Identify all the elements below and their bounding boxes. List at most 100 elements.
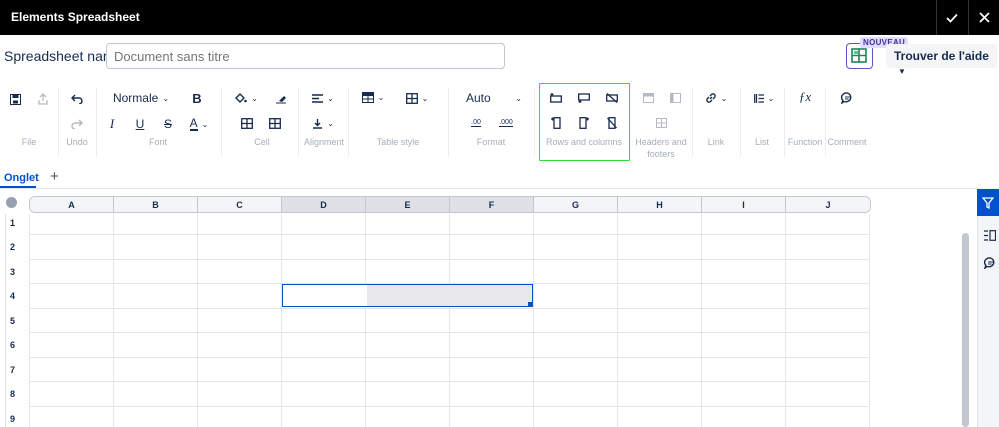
- insert-column-left-button[interactable]: [548, 112, 564, 134]
- chevron-down-icon: ⌄: [251, 93, 258, 103]
- align-left-icon: [312, 93, 324, 103]
- italic-icon: I: [109, 116, 115, 131]
- spreadsheet-name-input[interactable]: [106, 43, 505, 69]
- separator: [784, 88, 785, 156]
- separator: [221, 88, 222, 156]
- grid-line: [533, 214, 534, 427]
- chevron-down-icon: ⌄: [377, 92, 385, 102]
- delete-row-button[interactable]: [604, 87, 620, 109]
- help-label: Trouver de l'aide: [894, 49, 989, 63]
- decrease-decimal-icon: .00: [471, 119, 481, 127]
- row-header-3[interactable]: 3: [6, 267, 19, 277]
- row-header-5[interactable]: 5: [6, 316, 19, 326]
- group-label-alignment: Alignment: [303, 137, 345, 147]
- column-header-d[interactable]: D: [282, 197, 366, 212]
- filter-panel-button[interactable]: [977, 189, 999, 216]
- row-header-8[interactable]: 8: [6, 389, 19, 399]
- fill-color-dropdown[interactable]: ⌄: [230, 87, 262, 109]
- column-header-h[interactable]: H: [618, 197, 702, 212]
- clear-format-button[interactable]: [273, 87, 289, 109]
- separator: [448, 88, 449, 156]
- columns-panel-icon: [984, 229, 996, 241]
- separator: [58, 88, 59, 156]
- confirm-button[interactable]: [936, 0, 967, 35]
- decrease-decimals-button[interactable]: .00: [468, 112, 484, 134]
- add-sheet-button[interactable]: +: [50, 168, 59, 185]
- column-header-a[interactable]: A: [30, 197, 114, 212]
- align-bottom-icon: [313, 118, 323, 129]
- undo-button[interactable]: [69, 88, 85, 110]
- chevron-down-icon: ⌄: [767, 93, 775, 103]
- row-header-2[interactable]: 2: [6, 242, 19, 252]
- select-all-icon[interactable]: [6, 197, 17, 208]
- link-dropdown[interactable]: ⌄: [701, 87, 731, 109]
- column-header-e[interactable]: E: [366, 197, 450, 212]
- column-header-f[interactable]: F: [450, 197, 534, 212]
- selected-range[interactable]: [282, 284, 533, 307]
- underline-button[interactable]: U: [132, 113, 148, 135]
- row-header-9[interactable]: 9: [6, 414, 19, 424]
- chevron-down-icon: ⌄: [327, 93, 334, 103]
- bold-icon: B: [192, 90, 202, 106]
- insert-row-above-icon: [550, 93, 562, 103]
- increase-decimal-icon: .000: [499, 119, 513, 127]
- italic-button[interactable]: I: [104, 113, 120, 135]
- grid-line: [29, 381, 870, 382]
- add-comment-button[interactable]: [839, 87, 855, 109]
- tab-onglet[interactable]: Onglet: [4, 172, 39, 184]
- footer-button[interactable]: [653, 112, 669, 134]
- column-header-b[interactable]: B: [114, 197, 198, 212]
- table-style-dropdown[interactable]: ⌄: [358, 86, 388, 108]
- strikethrough-button[interactable]: S: [160, 113, 176, 135]
- grid-line: [29, 308, 870, 309]
- column-header-g[interactable]: G: [534, 197, 618, 212]
- help-dropdown[interactable]: Trouver de l'aide ▼: [886, 44, 997, 76]
- list-dropdown[interactable]: ⌄: [749, 87, 779, 109]
- number-format-value: Auto: [466, 91, 491, 105]
- group-label-format: Format: [476, 137, 506, 147]
- save-button[interactable]: [7, 88, 23, 110]
- column-header-c[interactable]: C: [198, 197, 282, 212]
- close-button[interactable]: [968, 0, 999, 35]
- number-format-dropdown[interactable]: Auto ⌄: [466, 87, 522, 109]
- insert-function-button[interactable]: ƒx: [797, 86, 813, 108]
- insert-row-below-button[interactable]: [576, 87, 592, 109]
- redo-button[interactable]: [69, 113, 85, 135]
- insert-row-above-button[interactable]: [548, 87, 564, 109]
- vertical-align-dropdown[interactable]: ⌄: [308, 112, 338, 134]
- separator: [692, 88, 693, 156]
- row-header-4[interactable]: 4: [6, 291, 19, 301]
- row-header-7[interactable]: 7: [6, 365, 19, 375]
- insert-row-below-icon: [578, 93, 590, 103]
- side-header-icon: [669, 93, 681, 103]
- strikethrough-icon: S: [163, 117, 172, 131]
- row-header-1[interactable]: 1: [6, 218, 19, 228]
- font-style-dropdown[interactable]: Normale ⌄: [110, 87, 172, 109]
- column-header-i[interactable]: I: [702, 197, 786, 212]
- merge-cells-button[interactable]: [239, 112, 255, 134]
- paint-bucket-icon: [235, 93, 247, 103]
- row-header-6[interactable]: 6: [6, 340, 19, 350]
- vertical-scrollbar[interactable]: [962, 233, 969, 427]
- text-color-dropdown[interactable]: A ⌄: [185, 113, 213, 135]
- header-button[interactable]: [640, 87, 656, 109]
- group-label-file: File: [21, 137, 37, 147]
- grid-line: [785, 214, 786, 427]
- share-button[interactable]: [35, 88, 51, 110]
- grid-line: [29, 259, 870, 260]
- comments-panel-button[interactable]: [982, 252, 998, 274]
- side-header-button[interactable]: [667, 87, 683, 109]
- insert-column-right-icon: [579, 117, 589, 129]
- borders-dropdown[interactable]: ⌄: [402, 87, 432, 109]
- split-cells-button[interactable]: [267, 112, 283, 134]
- horizontal-align-dropdown[interactable]: ⌄: [308, 87, 338, 109]
- fill-handle[interactable]: [528, 302, 533, 307]
- delete-column-button[interactable]: [604, 112, 620, 134]
- increase-decimals-button[interactable]: .000: [496, 112, 516, 134]
- columns-panel-button[interactable]: [982, 224, 998, 246]
- group-label-function: Function: [787, 137, 823, 147]
- column-header-j[interactable]: J: [786, 197, 870, 212]
- grid-line: [197, 214, 198, 427]
- bold-button[interactable]: B: [188, 87, 206, 109]
- insert-column-right-button[interactable]: [576, 112, 592, 134]
